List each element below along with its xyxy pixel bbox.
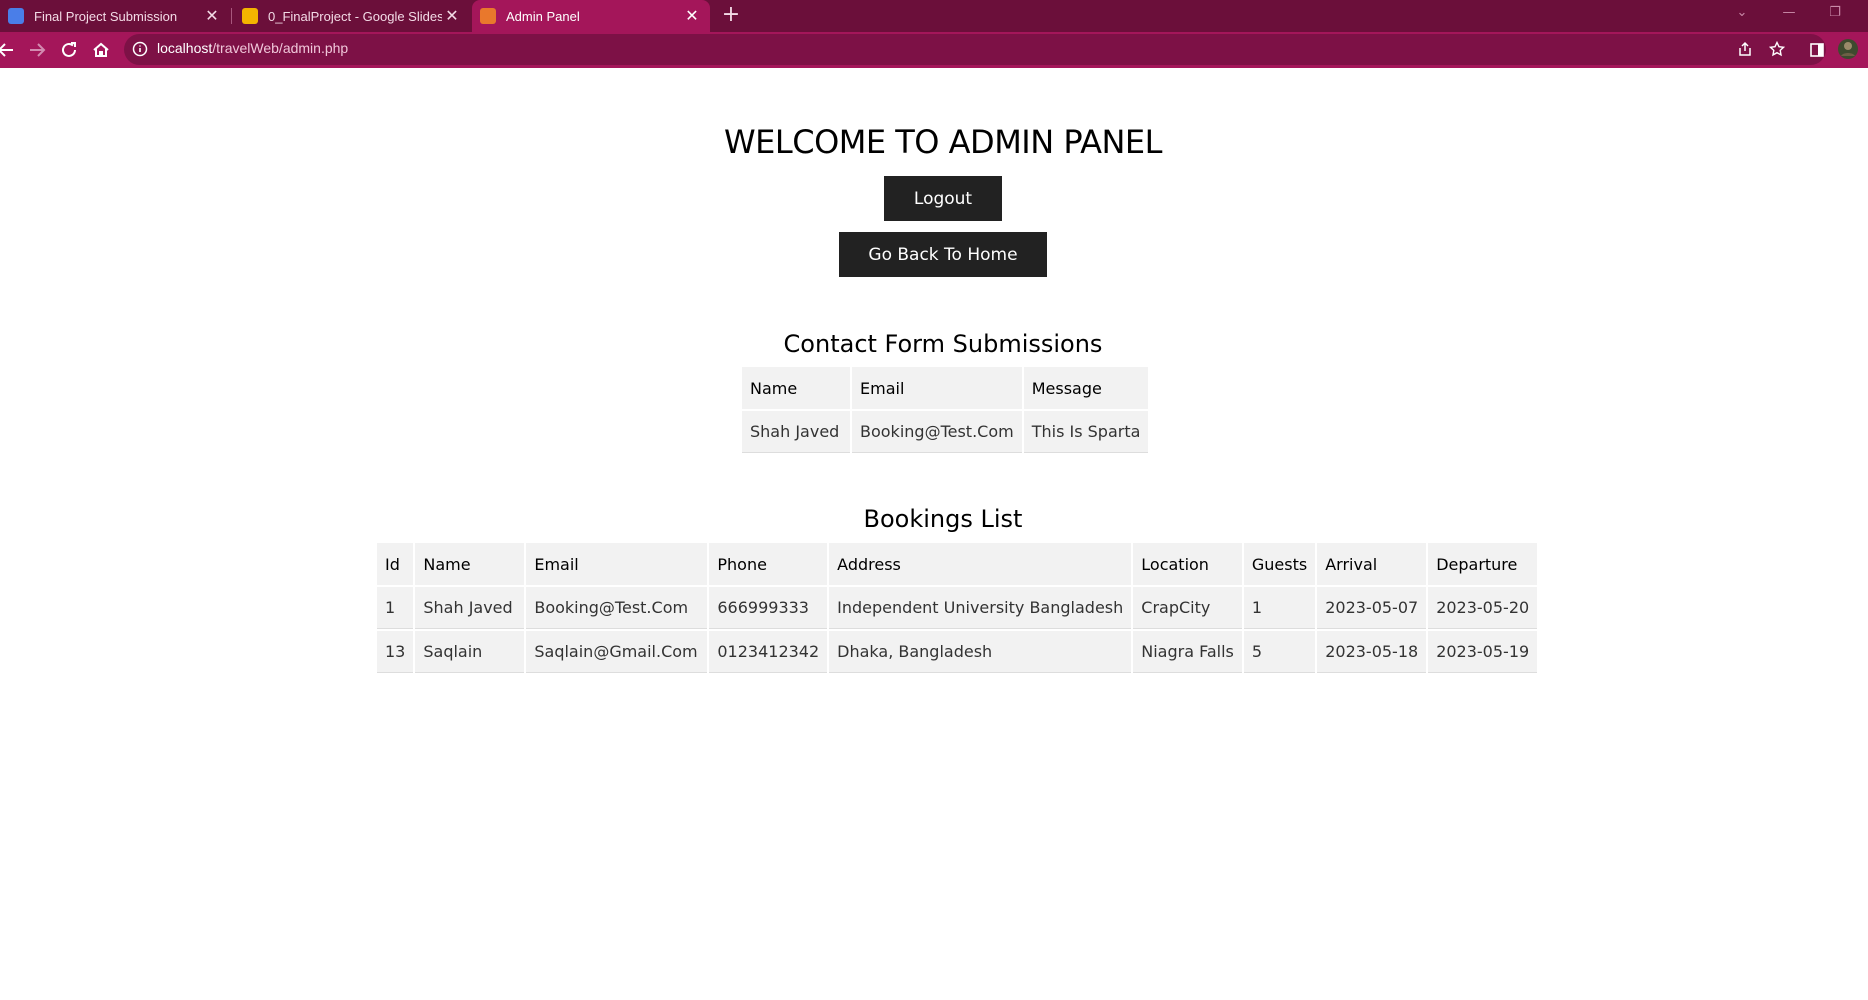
page-title: WELCOME TO ADMIN PANEL xyxy=(724,123,1162,161)
bookings-section-title: Bookings List xyxy=(863,505,1023,533)
address-bar[interactable] xyxy=(124,34,1826,65)
bookings-table: Id Name Email Phone Address Location Gue… xyxy=(375,541,1539,675)
url-host: localhost xyxy=(157,40,213,56)
column-header-message: Message xyxy=(1023,367,1149,409)
url-path: /travelWeb/admin.php xyxy=(212,40,349,56)
cell-location: Niagra Falls xyxy=(1133,631,1242,673)
cell-guests: 5 xyxy=(1243,631,1316,673)
table-row: 13 Saqlain Saqlain@Gmail.Com 0123412342 … xyxy=(377,631,1538,673)
cell-guests: 1 xyxy=(1243,587,1316,629)
site-info-icon[interactable] xyxy=(128,37,152,61)
minimize-icon[interactable]: — xyxy=(1774,0,1804,28)
cell-arrival: 2023-05-07 xyxy=(1317,587,1427,629)
contacts-favicon-icon xyxy=(8,8,24,24)
forward-icon[interactable] xyxy=(25,38,49,62)
table-row: Shah Javed Booking@Test.Com This Is Spar… xyxy=(742,411,1149,453)
cell-location: CrapCity xyxy=(1133,587,1242,629)
go-back-home-button[interactable]: Go Back To Home xyxy=(839,232,1047,277)
cell-email: Booking@Test.Com xyxy=(852,411,1022,453)
table-header-row: Name Email Message xyxy=(742,367,1149,409)
column-header-email: Email xyxy=(852,367,1022,409)
tab-label: Final Project Submission xyxy=(34,8,178,24)
cell-id: 13 xyxy=(377,631,414,673)
new-tab-button[interactable]: + xyxy=(719,0,743,32)
column-header-name: Name xyxy=(415,543,525,585)
logout-button[interactable]: Logout xyxy=(884,176,1002,221)
table-header-row: Id Name Email Phone Address Location Gue… xyxy=(377,543,1538,585)
close-tab-icon[interactable]: ✕ xyxy=(442,6,462,26)
xampp-favicon-icon xyxy=(480,8,496,24)
cell-phone: 0123412342 xyxy=(709,631,828,673)
tab-label: Admin Panel xyxy=(506,8,580,24)
reload-icon[interactable] xyxy=(57,38,81,62)
bookmark-star-icon[interactable] xyxy=(1765,37,1789,61)
column-header-id: Id xyxy=(377,543,414,585)
slides-favicon-icon xyxy=(242,8,258,24)
contact-section-title: Contact Form Submissions xyxy=(783,330,1103,358)
close-tab-icon[interactable]: ✕ xyxy=(682,6,702,26)
cell-id: 1 xyxy=(377,587,414,629)
table-row: 1 Shah Javed Booking@Test.Com 666999333 … xyxy=(377,587,1538,629)
cell-departure: 2023-05-19 xyxy=(1428,631,1538,673)
column-header-guests: Guests xyxy=(1243,543,1316,585)
cell-message: This Is Sparta xyxy=(1023,411,1149,453)
home-icon[interactable] xyxy=(89,38,113,62)
cell-email: Booking@Test.Com xyxy=(526,587,708,629)
cell-name: Shah Javed xyxy=(415,587,525,629)
profile-avatar[interactable] xyxy=(1836,37,1860,61)
back-icon[interactable] xyxy=(0,38,18,62)
url-text[interactable]: localhost/travelWeb/admin.php xyxy=(157,40,348,56)
contact-submissions-table: Name Email Message Shah Javed Booking@Te… xyxy=(740,365,1150,455)
cell-name: Saqlain xyxy=(415,631,525,673)
close-tab-icon[interactable]: ✕ xyxy=(202,6,222,26)
cell-address: Dhaka, Bangladesh xyxy=(829,631,1132,673)
admin-page: WELCOME TO ADMIN PANEL Logout Go Back To… xyxy=(0,68,1868,1000)
tab-strip: Final Project Submission ✕ 0_FinalProjec… xyxy=(0,0,1868,32)
tab-divider xyxy=(231,8,232,24)
tab-search-icon[interactable]: ⌄ xyxy=(1727,0,1757,28)
tab-label: 0_FinalProject - Google Slides xyxy=(268,8,442,24)
cell-address: Independent University Bangladesh xyxy=(829,587,1132,629)
restore-icon[interactable]: ❐ xyxy=(1820,0,1850,28)
cell-phone: 666999333 xyxy=(709,587,828,629)
column-header-location: Location xyxy=(1133,543,1242,585)
cell-arrival: 2023-05-18 xyxy=(1317,631,1427,673)
share-icon[interactable] xyxy=(1733,37,1757,61)
column-header-phone: Phone xyxy=(709,543,828,585)
column-header-name: Name xyxy=(742,367,850,409)
cell-email: Saqlain@Gmail.Com xyxy=(526,631,708,673)
side-panel-icon[interactable] xyxy=(1805,38,1829,62)
tab-admin-panel[interactable]: Admin Panel ✕ xyxy=(472,0,710,32)
column-header-arrival: Arrival xyxy=(1317,543,1427,585)
tab-google-slides[interactable]: 0_FinalProject - Google Slides ✕ xyxy=(234,0,470,32)
cell-departure: 2023-05-20 xyxy=(1428,587,1538,629)
tab-final-project-submission[interactable]: Final Project Submission ✕ xyxy=(0,0,230,32)
column-header-departure: Departure xyxy=(1428,543,1538,585)
column-header-address: Address xyxy=(829,543,1132,585)
column-header-email: Email xyxy=(526,543,708,585)
cell-name: Shah Javed xyxy=(742,411,850,453)
